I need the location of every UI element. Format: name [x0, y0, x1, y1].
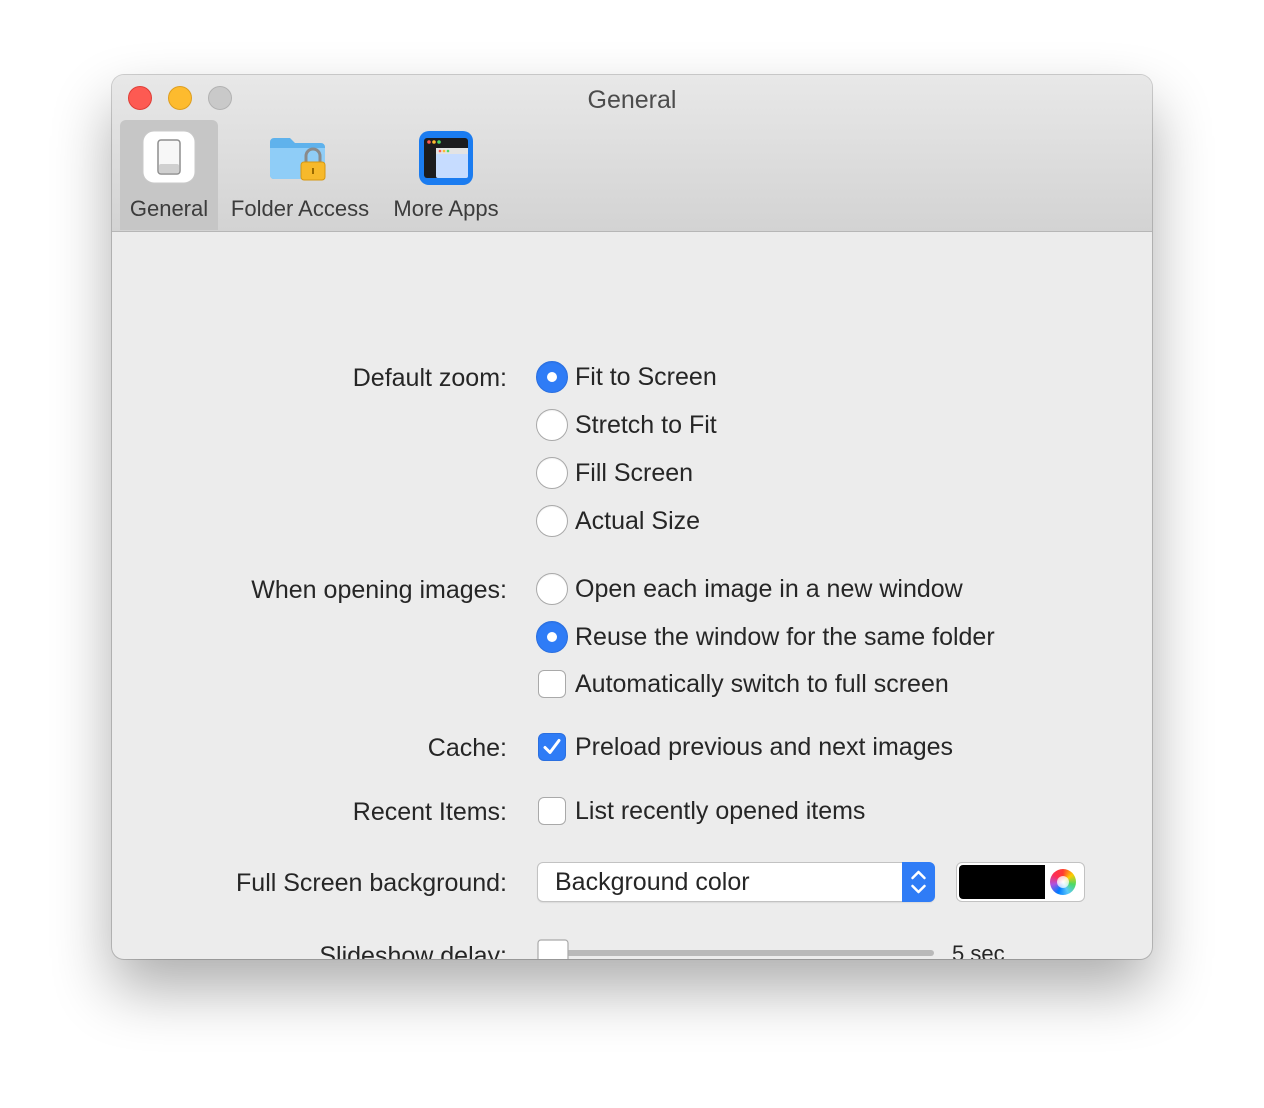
radio-button[interactable] [536, 505, 568, 537]
slider-knob[interactable] [536, 938, 570, 959]
title-bar: General General Folder Access More Apps [112, 75, 1152, 232]
radio-label: Stretch to Fit [575, 411, 717, 439]
locked-folder-icon [268, 130, 332, 193]
tab-more-apps-label: More Apps [393, 196, 499, 221]
checkbox-label: List recently opened items [575, 797, 866, 825]
preferences-window: General General Folder Access More Apps … [112, 75, 1152, 959]
general-settings-pane: Default zoom: Fit to Screen Stretch to F… [112, 232, 1152, 959]
color-wheel-icon[interactable] [1050, 869, 1076, 895]
radio-button[interactable] [536, 457, 568, 489]
checkbox-label: Preload previous and next images [575, 733, 954, 761]
radio-button-selected[interactable] [536, 361, 568, 393]
cache-label: Cache: [427, 734, 507, 762]
recent-items-label: Recent Items: [352, 798, 507, 826]
checkbox[interactable] [538, 797, 566, 825]
radio-label: Fit to Screen [575, 363, 717, 391]
slider-value: 5 sec [952, 941, 1005, 959]
popup-value: Background color [555, 868, 750, 896]
radio-label: Reuse the window for the same folder [575, 623, 995, 651]
color-well[interactable] [956, 862, 1085, 902]
radio-label: Actual Size [575, 507, 701, 535]
app-window-icon [418, 130, 474, 191]
fullscreen-background-label: Full Screen background: [236, 869, 507, 897]
color-swatch[interactable] [959, 865, 1045, 899]
radio-label: Fill Screen [575, 459, 694, 487]
radio-button[interactable] [536, 409, 568, 441]
tab-general-label: General [129, 196, 209, 221]
radio-button[interactable] [536, 573, 568, 605]
tab-general[interactable]: General [120, 120, 218, 230]
radio-label: Open each image in a new window [575, 575, 963, 603]
tab-more-apps[interactable]: More Apps [386, 120, 506, 230]
checkbox-label: Automatically switch to full screen [575, 670, 949, 698]
background-popup-button[interactable]: Background color [537, 862, 935, 902]
tab-folder-access[interactable]: Folder Access [224, 120, 376, 230]
tab-folder-access-label: Folder Access [230, 196, 370, 221]
opening-images-label: When opening images: [251, 576, 507, 604]
checkmark-icon [543, 739, 561, 754]
switch-icon [142, 130, 196, 189]
slideshow-delay-slider[interactable] [538, 950, 934, 956]
checkbox[interactable] [538, 670, 566, 698]
window-title: General [587, 86, 677, 114]
default-zoom-label: Default zoom: [352, 364, 507, 392]
checkbox-checked[interactable] [538, 733, 566, 761]
slideshow-delay-label: Slideshow delay: [319, 942, 507, 959]
up-down-chevron-icon [902, 862, 935, 902]
radio-button-selected[interactable] [536, 621, 568, 653]
